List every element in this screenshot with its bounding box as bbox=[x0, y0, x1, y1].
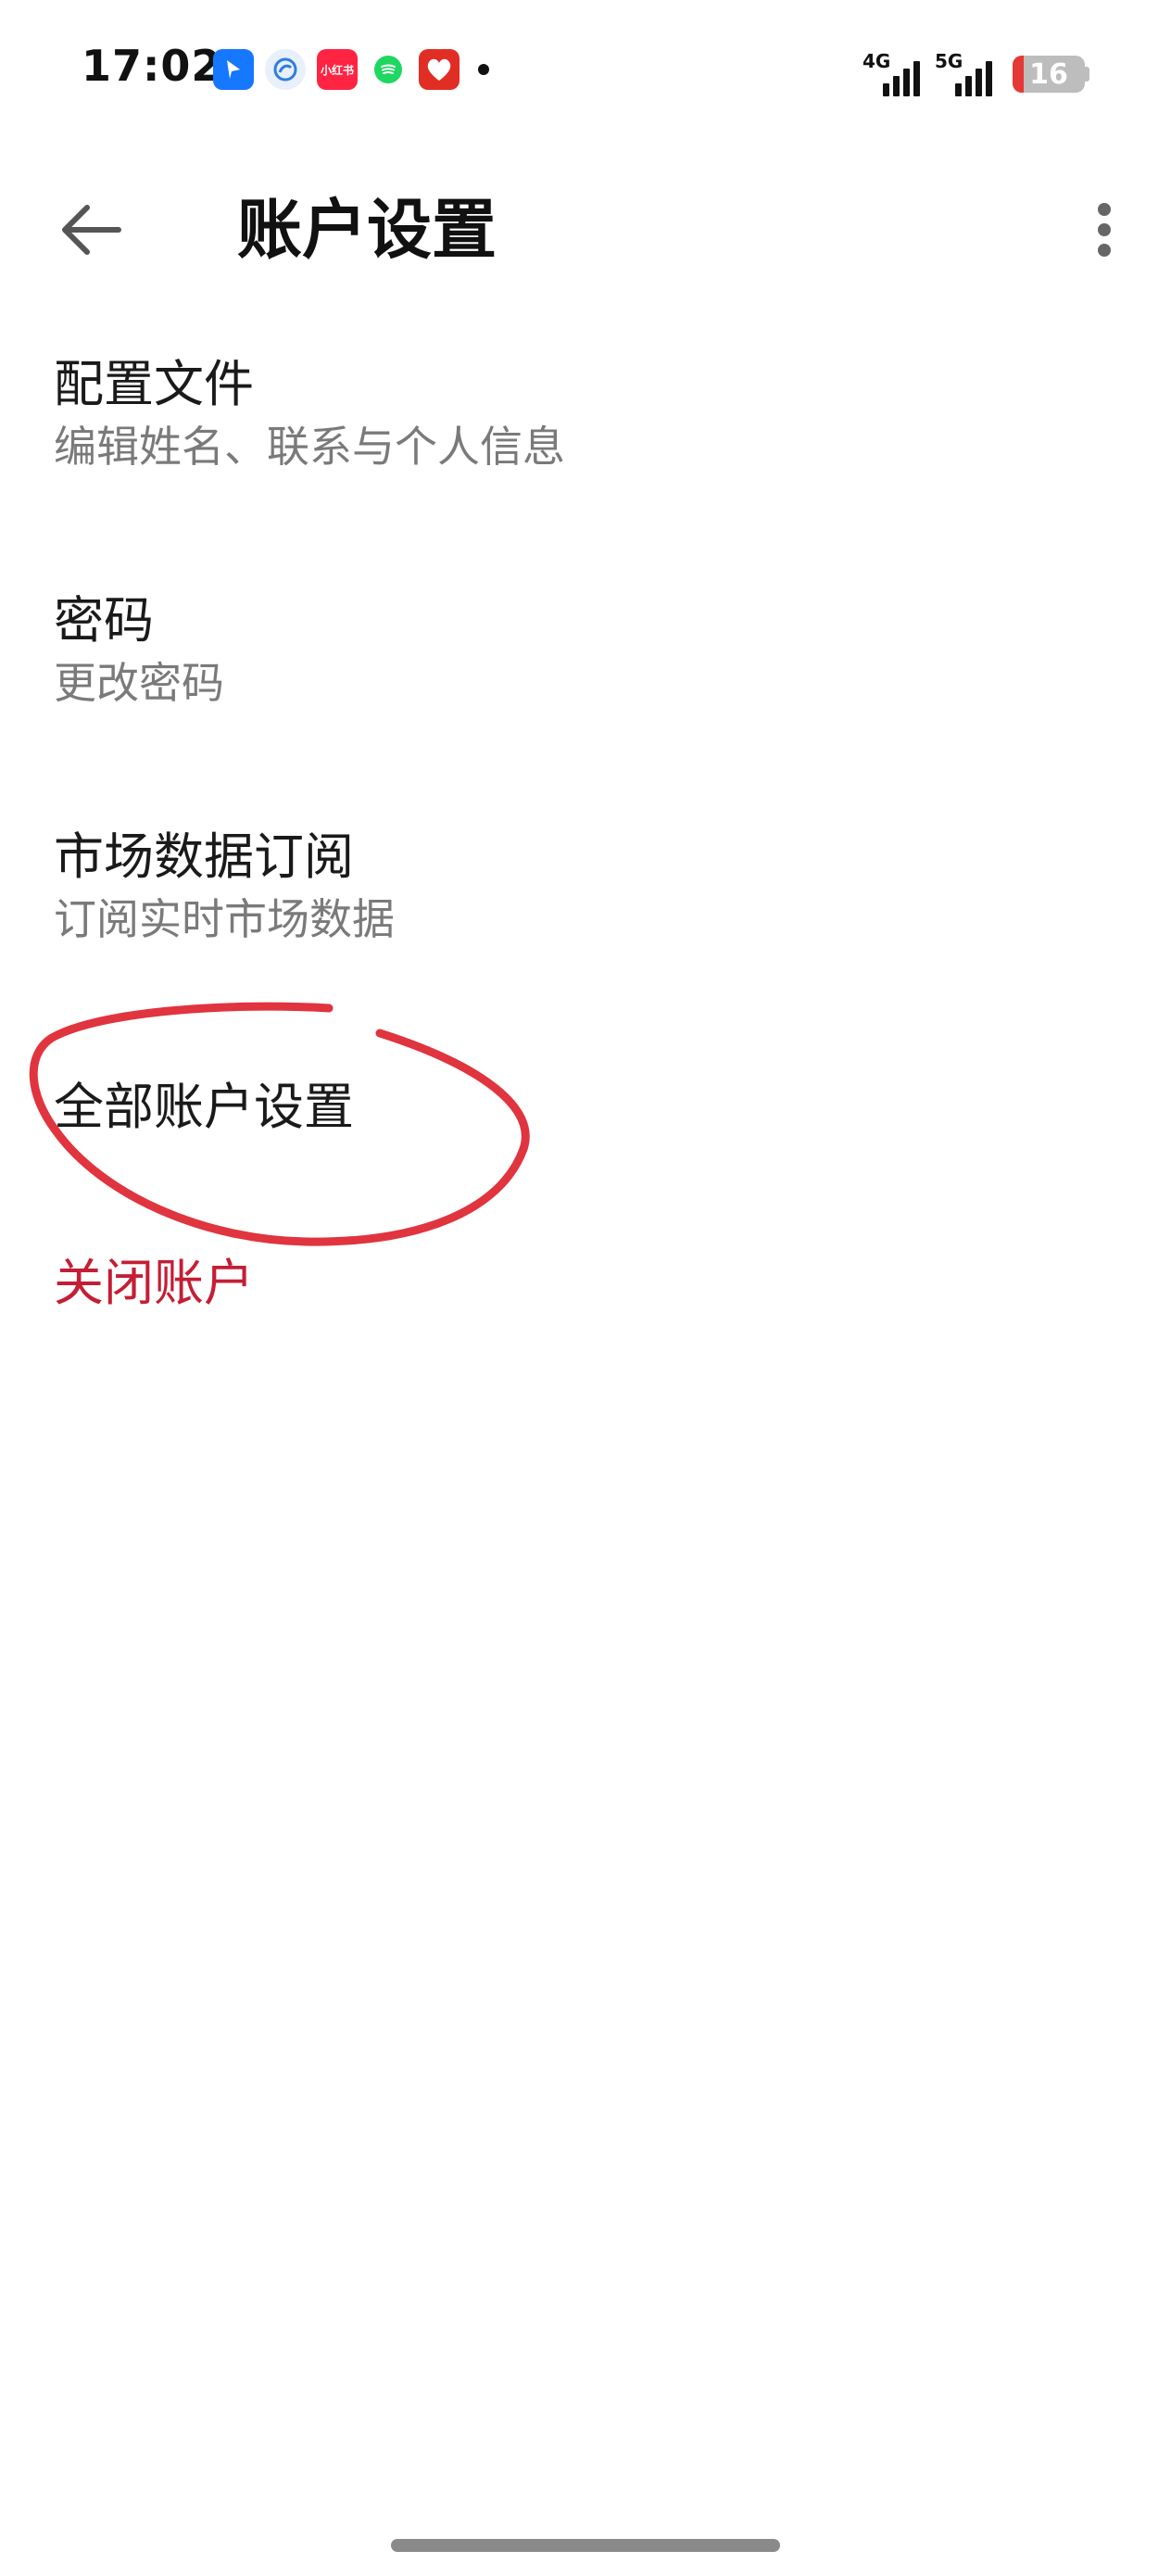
battery-level: 16 bbox=[1029, 57, 1068, 91]
status-bar: 17:02 小红书 4G 5G 16 bbox=[0, 0, 1171, 139]
all-account-settings-title: 全部账户设置 bbox=[54, 1078, 354, 1136]
more-options-button[interactable] bbox=[1075, 185, 1134, 274]
close-account-title: 关闭账户 bbox=[54, 1254, 254, 1312]
battery-cap bbox=[1085, 67, 1089, 82]
profile-subtitle: 编辑姓名、联系与个人信息 bbox=[54, 422, 565, 472]
signal-5g-icon: 5G bbox=[935, 50, 992, 96]
password-title: 密码 bbox=[54, 591, 154, 650]
pinduoduo-icon bbox=[419, 49, 460, 90]
profile-title: 配置文件 bbox=[54, 355, 254, 413]
circle-app-icon bbox=[265, 49, 306, 90]
password-subtitle: 更改密码 bbox=[54, 658, 224, 708]
market-data-subtitle: 订阅实时市场数据 bbox=[54, 894, 395, 944]
settings-item-market-data[interactable]: 市场数据订阅 订阅实时市场数据 bbox=[0, 825, 1171, 1010]
more-vertical-icon-dot bbox=[1098, 203, 1111, 216]
arrow-left-icon bbox=[62, 205, 121, 255]
system-icons: 4G 5G 16 bbox=[848, 44, 1089, 96]
alipay-icon bbox=[213, 49, 254, 90]
battery-icon: 16 bbox=[1013, 56, 1085, 93]
home-indicator[interactable] bbox=[391, 2539, 780, 2552]
market-data-title: 市场数据订阅 bbox=[54, 827, 354, 886]
more-notifications-dot bbox=[478, 64, 489, 75]
settings-item-all-account-settings[interactable]: 全部账户设置 bbox=[0, 1075, 1171, 1186]
status-time: 17:02 bbox=[82, 41, 222, 91]
page-title: 账户设置 bbox=[237, 192, 497, 268]
settings-item-profile[interactable]: 配置文件 编辑姓名、联系与个人信息 bbox=[0, 352, 1171, 537]
xiaohongshu-icon: 小红书 bbox=[317, 49, 358, 90]
signal-4g-icon: 4G bbox=[863, 50, 920, 96]
app-bar: 账户设置 bbox=[0, 158, 1171, 287]
battery-fill bbox=[1013, 56, 1025, 93]
spotify-icon bbox=[374, 56, 402, 83]
settings-item-close-account[interactable]: 关闭账户 bbox=[0, 1251, 1171, 1353]
back-button[interactable] bbox=[46, 185, 135, 274]
notification-icons: 小红书 bbox=[213, 48, 489, 91]
settings-item-password[interactable]: 密码 更改密码 bbox=[0, 588, 1171, 774]
more-vertical-icon-dot bbox=[1098, 223, 1111, 236]
more-vertical-icon-dot bbox=[1098, 244, 1111, 257]
